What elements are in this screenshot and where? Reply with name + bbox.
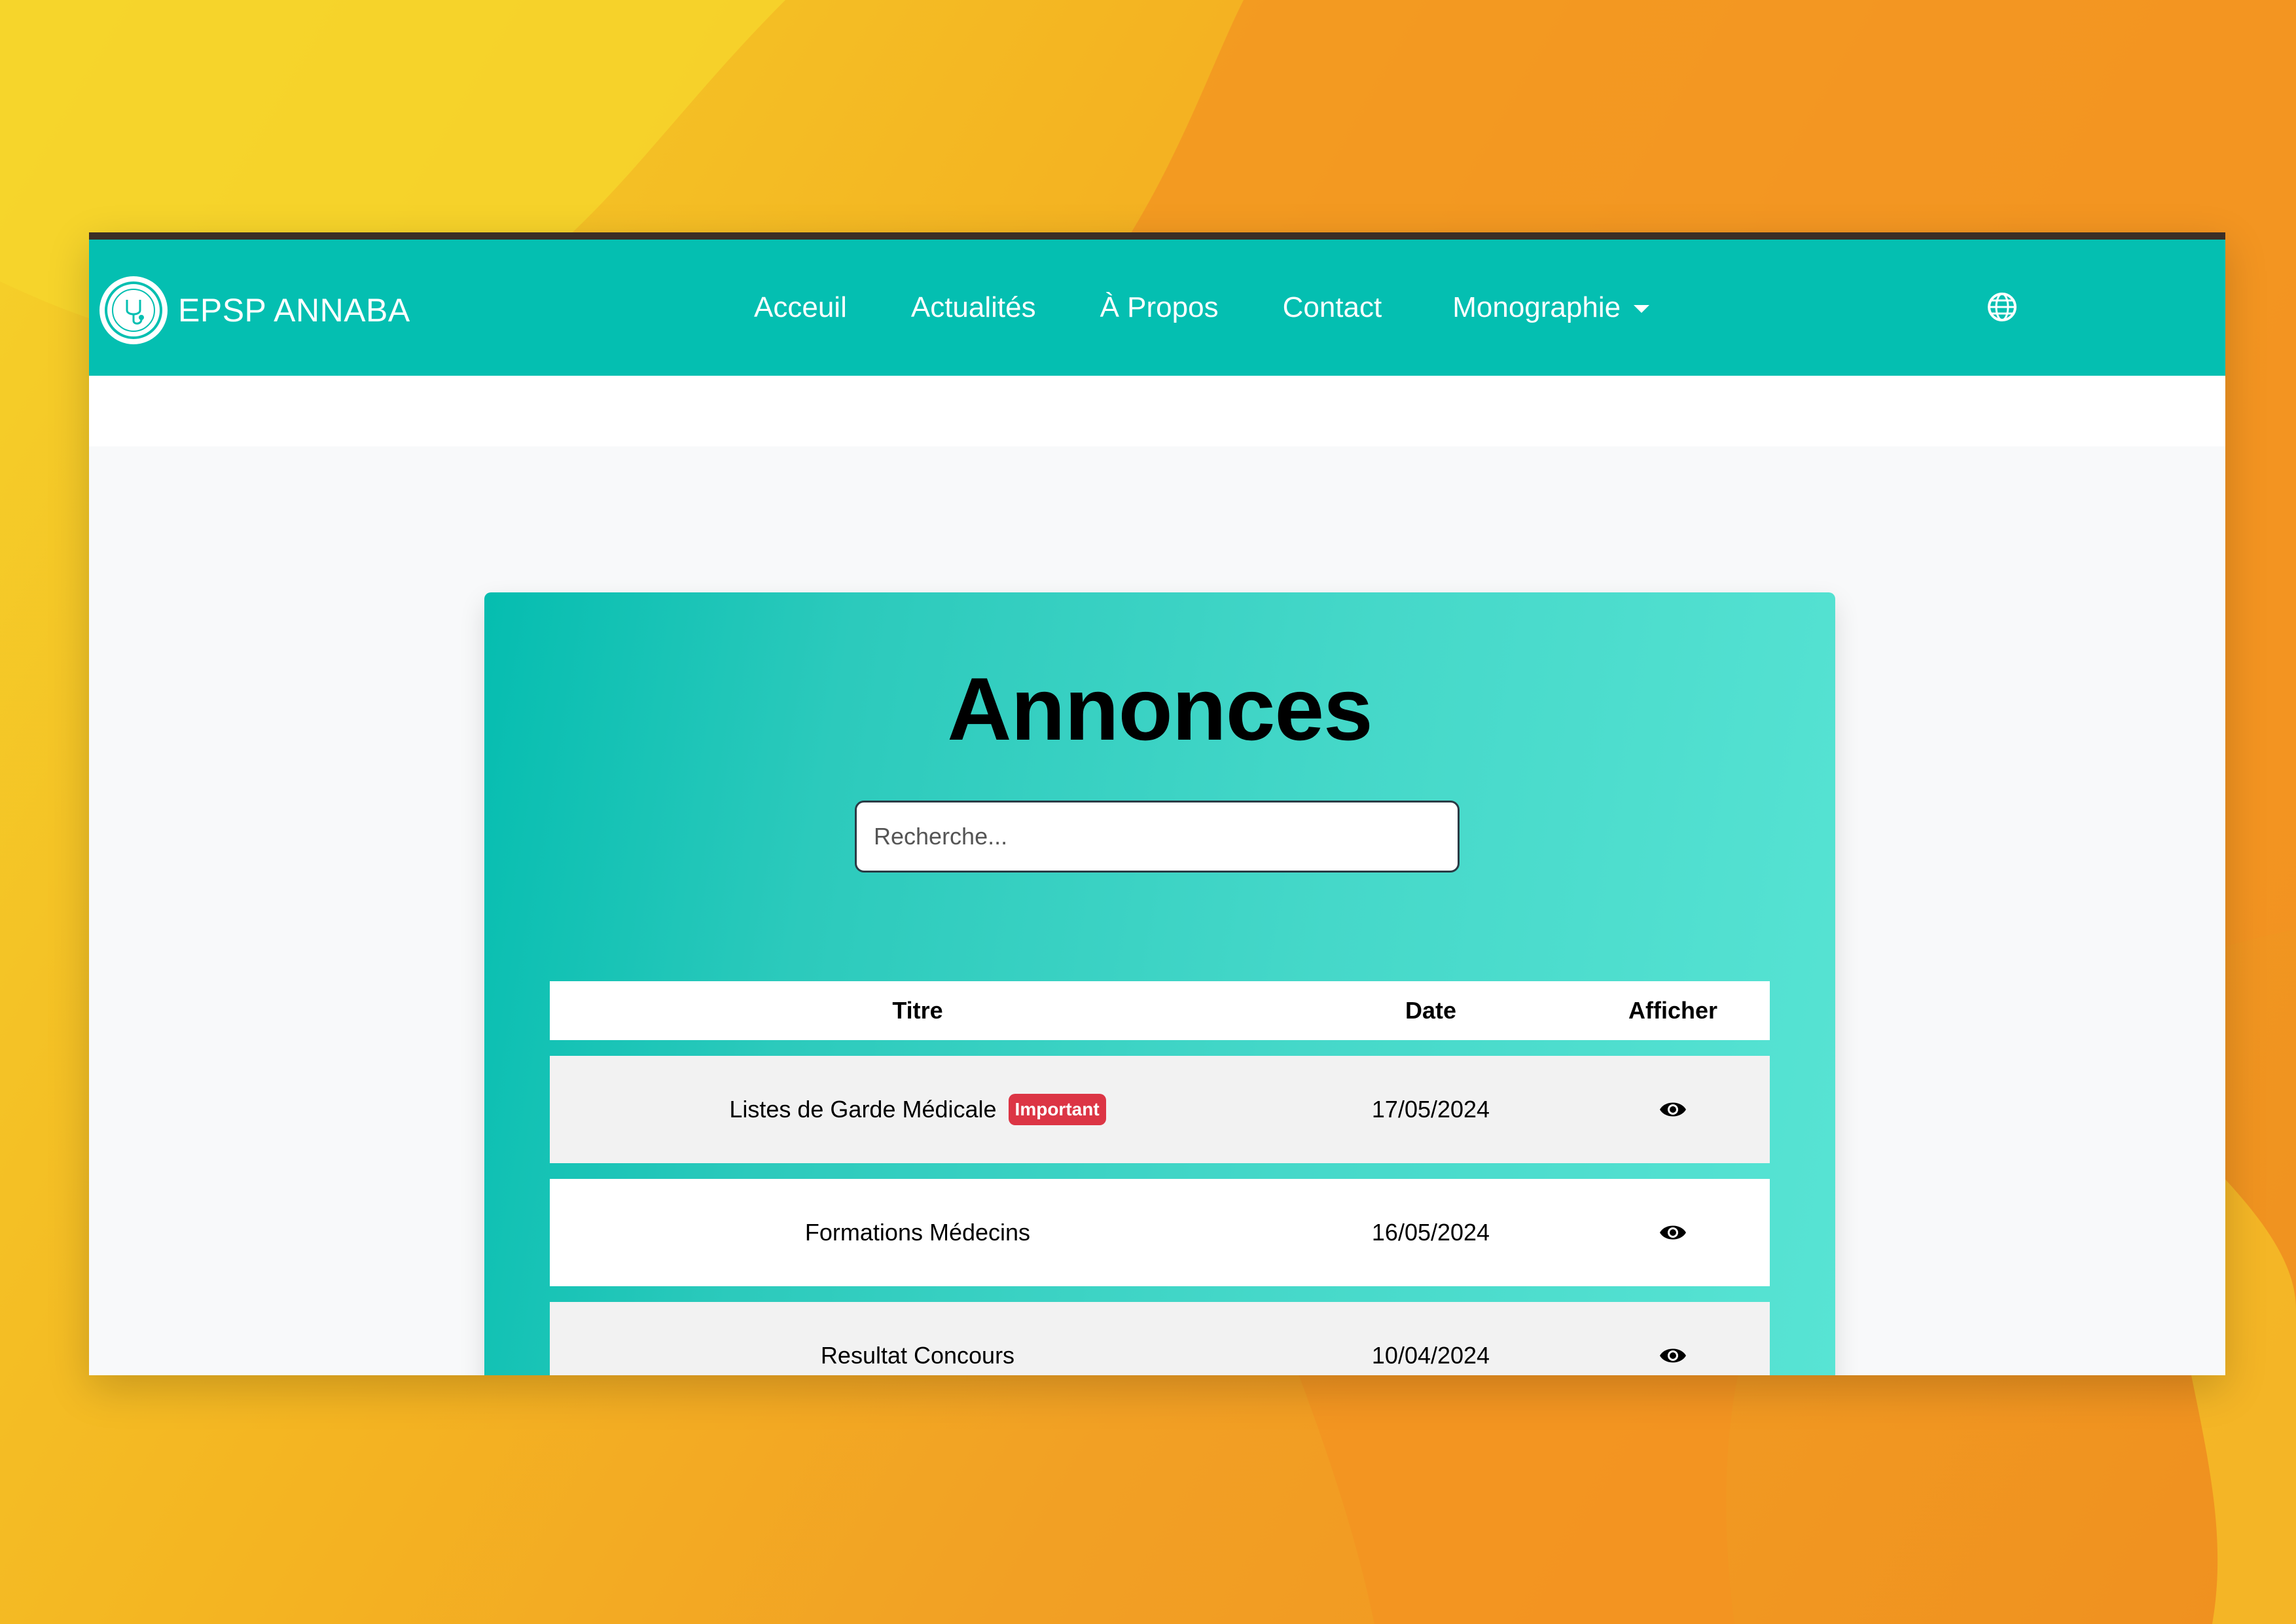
announcements-card: Annonces Titre Date Afficher Listes de G… — [484, 592, 1835, 1375]
nav-links: Acceuil Actualités À Propos Contact Mono… — [754, 240, 1650, 376]
brand[interactable]: EPSP ANNABA — [99, 274, 410, 347]
eye-icon[interactable] — [1659, 1343, 1687, 1369]
page-title: Annonces — [947, 659, 1372, 759]
row-view-cell — [1576, 1219, 1770, 1246]
column-header-afficher: Afficher — [1628, 997, 1718, 1024]
row-title-cell: Resultat Concours — [550, 1342, 1285, 1369]
important-badge: Important — [1008, 1094, 1106, 1125]
nav-contact[interactable]: Contact — [1283, 291, 1382, 324]
table-header-row: Titre Date Afficher — [550, 981, 1770, 1040]
globe-icon[interactable] — [1987, 292, 2017, 322]
column-header-date: Date — [1405, 997, 1457, 1024]
row-view-cell — [1576, 1096, 1770, 1123]
nav-a-propos[interactable]: À Propos — [1100, 291, 1219, 324]
nav-acceuil[interactable]: Acceuil — [754, 291, 847, 324]
browser-window: EPSP ANNABA Acceuil Actualités À Propos … — [89, 232, 2225, 1375]
nav-monographie-dropdown[interactable]: Monographie — [1452, 291, 1650, 324]
row-title: Listes de Garde Médicale — [729, 1096, 997, 1123]
eye-icon[interactable] — [1659, 1219, 1687, 1246]
column-header-titre: Titre — [892, 997, 943, 1024]
navbar: EPSP ANNABA Acceuil Actualités À Propos … — [89, 240, 2225, 376]
nav-actualites[interactable]: Actualités — [911, 291, 1036, 324]
subheader-strip — [89, 376, 2225, 446]
brand-name: EPSP ANNABA — [178, 292, 410, 329]
stethoscope-emblem-icon — [99, 276, 168, 344]
eye-icon[interactable] — [1659, 1096, 1687, 1123]
table-row: Listes de Garde Médicale Important 17/05… — [550, 1056, 1770, 1163]
row-date: 17/05/2024 — [1371, 1096, 1490, 1123]
window-top-border — [89, 232, 2225, 240]
table-row: Resultat Concours 10/04/2024 — [550, 1302, 1770, 1375]
table-row: Formations Médecins 16/05/2024 — [550, 1179, 1770, 1286]
caret-down-icon — [1634, 305, 1650, 313]
search-input[interactable] — [855, 801, 1460, 873]
announcements-table: Titre Date Afficher Listes de Garde Médi… — [550, 981, 1770, 1375]
row-title-cell: Formations Médecins — [550, 1219, 1285, 1246]
row-title: Resultat Concours — [820, 1342, 1015, 1369]
row-date: 16/05/2024 — [1371, 1219, 1490, 1246]
row-date: 10/04/2024 — [1371, 1342, 1490, 1369]
nav-monographie-label: Monographie — [1452, 291, 1621, 323]
row-title: Formations Médecins — [804, 1219, 1031, 1246]
row-view-cell — [1576, 1343, 1770, 1369]
row-title-cell: Listes de Garde Médicale Important — [550, 1094, 1285, 1125]
